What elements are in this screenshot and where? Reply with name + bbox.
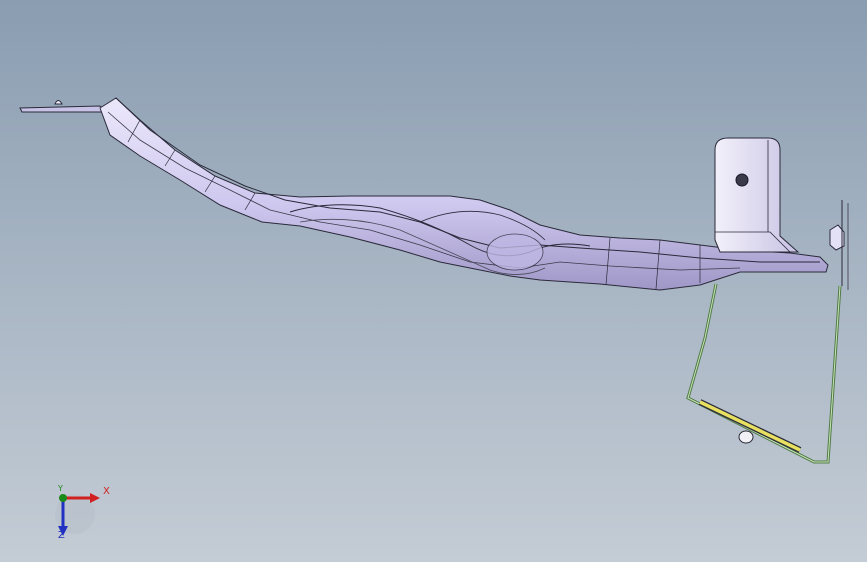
mounting-hole xyxy=(735,173,749,187)
y-axis-label: Y xyxy=(58,484,63,493)
z-axis-label: Z xyxy=(58,530,65,541)
y-axis-dot xyxy=(59,494,67,502)
mounting-tab xyxy=(714,137,800,253)
left-flange xyxy=(19,100,110,113)
wire-bracket xyxy=(686,283,842,464)
right-flange xyxy=(829,200,849,290)
x-axis-label: X xyxy=(103,486,110,497)
bracket-model[interactable] xyxy=(0,0,867,562)
graphics-viewport[interactable]: X Y Z xyxy=(0,0,867,562)
